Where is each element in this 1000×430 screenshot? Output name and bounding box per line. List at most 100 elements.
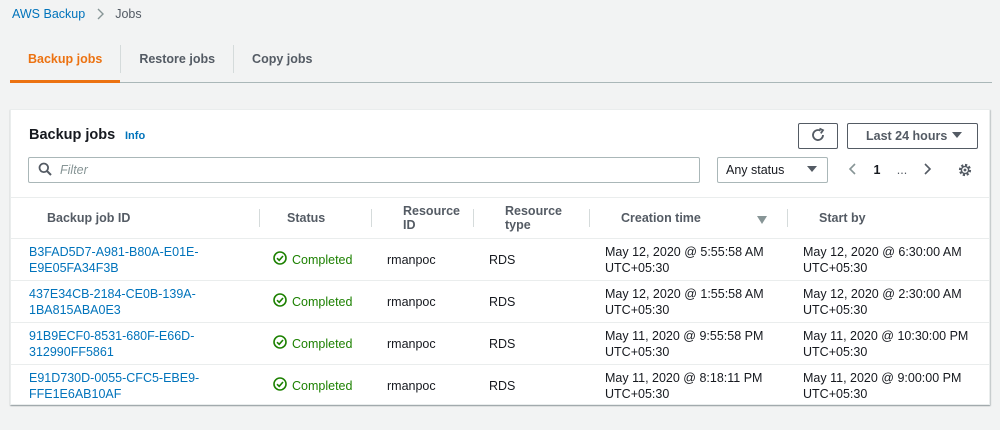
start-by-timezone: UTC+05:30 — [803, 260, 868, 275]
backup-job-id-link[interactable]: 91B9ECF0-8531-680F-E66D- 312990FF5861 — [29, 328, 259, 360]
check-circle-icon — [273, 250, 292, 269]
chevron-left-icon — [847, 162, 859, 179]
job-tabs: Backup jobs Restore jobs Copy jobs — [10, 36, 992, 83]
start-by-cell: May 12, 2020 @ 2:30:00 AM UTC+05:30 — [787, 280, 989, 323]
backup-jobs-panel: Backup jobs Info Last 24 hours Any statu… — [10, 109, 990, 405]
resource-type-cell: RDS — [489, 378, 516, 393]
breadcrumb: AWS Backup Jobs — [12, 7, 142, 21]
creation-date: May 12, 2020 @ 1:55:58 AM — [605, 286, 764, 301]
column-header-start-by[interactable]: Start by — [787, 197, 989, 239]
info-link[interactable]: Info — [125, 130, 145, 142]
search-icon — [38, 162, 52, 179]
resource-type-cell: RDS — [473, 280, 589, 323]
check-circle-icon — [273, 292, 292, 311]
creation-time-cell: May 12, 2020 @ 5:55:58 AM UTC+05:30 — [589, 238, 787, 281]
check-circle-icon — [273, 376, 292, 395]
creation-time-cell: May 11, 2020 @ 9:55:58 PM UTC+05:30 — [589, 322, 787, 365]
start-by-cell: May 11, 2020 @ 9:00:00 PM UTC+05:30 — [787, 365, 989, 407]
backup-job-id-link[interactable]: E91D730D-0055-CFC5-EBE9- FFE1E6AB10AF — [29, 370, 259, 402]
creation-time-cell: May 12, 2020 @ 1:55:58 AM UTC+05:30 — [589, 280, 787, 323]
chevron-right-icon — [93, 7, 107, 21]
status-badge: Completed — [273, 376, 371, 395]
time-range-select[interactable]: Last 24 hours — [847, 123, 978, 149]
table-settings-button[interactable] — [954, 160, 976, 182]
creation-timezone: UTC+05:30 — [605, 386, 670, 401]
column-header-creation-time[interactable]: Creation time — [589, 197, 787, 239]
backup-job-id-link[interactable]: 437E34CB-2184-CE0B-139A- 1BA815ABA0E3 — [29, 286, 259, 318]
status-badge: Completed — [273, 250, 371, 269]
job-id-part: E9E05FA34F3B — [29, 260, 119, 275]
gear-icon — [957, 162, 973, 181]
breadcrumb-aws-backup-link[interactable]: AWS Backup — [12, 7, 85, 21]
start-by-timezone: UTC+05:30 — [803, 344, 868, 359]
column-header-status[interactable]: Status — [259, 197, 371, 239]
sort-down-icon — [757, 214, 767, 228]
pager-ellipsis: ... — [896, 163, 908, 177]
table-row: E91D730D-0055-CFC5-EBE9- FFE1E6AB10AF Co… — [11, 365, 989, 407]
job-id-part: 312990FF5861 — [29, 344, 114, 359]
creation-timezone: UTC+05:30 — [605, 344, 670, 359]
status-badge: Completed — [273, 334, 371, 353]
status-label: Completed — [292, 336, 353, 351]
refresh-icon — [810, 127, 826, 146]
column-label: Resource type — [505, 204, 562, 232]
start-by-date: May 12, 2020 @ 2:30:00 AM — [803, 286, 962, 301]
column-divider — [787, 209, 788, 227]
creation-time-cell: May 11, 2020 @ 8:18:11 PM UTC+05:30 — [589, 365, 787, 407]
table-row: 437E34CB-2184-CE0B-139A- 1BA815ABA0E3 Co… — [11, 280, 989, 323]
refresh-button[interactable] — [798, 123, 838, 149]
status-badge: Completed — [273, 292, 371, 311]
creation-timezone: UTC+05:30 — [605, 302, 670, 317]
job-id-part: E91D730D-0055-CFC5-EBE9- — [29, 370, 200, 385]
backup-job-id-cell: 91B9ECF0-8531-680F-E66D- 312990FF5861 — [11, 322, 259, 365]
resource-type-cell: RDS — [473, 322, 589, 365]
column-header-backup-job-id[interactable]: Backup job ID — [11, 197, 259, 239]
job-id-part: 91B9ECF0-8531-680F-E66D- — [29, 328, 195, 343]
status-cell: Completed — [259, 322, 371, 365]
pager-current-page[interactable]: 1 — [865, 163, 889, 177]
pager-next-button[interactable] — [915, 157, 939, 183]
backup-job-id-link[interactable]: B3FAD5D7-A981-B80A-E01E- E9E05FA34F3B — [29, 244, 259, 276]
pagination: 1 ... — [841, 157, 939, 183]
backup-job-id-cell: 437E34CB-2184-CE0B-139A- 1BA815ABA0E3 — [11, 280, 259, 323]
creation-date: May 12, 2020 @ 5:55:58 AM — [605, 244, 764, 259]
status-cell: Completed — [259, 280, 371, 323]
pager-prev-button[interactable] — [841, 157, 865, 183]
status-cell: Completed — [259, 365, 371, 407]
resource-id-cell: rmanpoc — [371, 238, 473, 281]
table-header-row: Backup job ID Status Resource ID Resourc… — [11, 197, 989, 239]
status-filter-select[interactable]: Any status — [717, 157, 828, 183]
column-label: Status — [287, 211, 326, 225]
column-divider — [259, 209, 260, 227]
resource-id-cell: rmanpoc — [387, 378, 436, 393]
backup-job-id-cell: E91D730D-0055-CFC5-EBE9- FFE1E6AB10AF — [11, 365, 259, 407]
resource-id-cell: rmanpoc — [371, 280, 473, 323]
filter-search — [28, 157, 700, 183]
breadcrumb-current: Jobs — [115, 7, 142, 21]
resource-type-cell: RDS — [473, 238, 589, 281]
filter-input[interactable] — [60, 159, 699, 181]
start-by-timezone: UTC+05:30 — [803, 302, 868, 317]
column-divider — [589, 209, 590, 227]
column-header-resource-type[interactable]: Resource type — [473, 197, 589, 239]
tab-backup-jobs[interactable]: Backup jobs — [10, 36, 121, 83]
start-by-timezone: UTC+05:30 — [803, 386, 868, 401]
column-divider — [473, 209, 474, 227]
column-label: Start by — [819, 211, 866, 225]
creation-date: May 11, 2020 @ 8:18:11 PM — [605, 370, 763, 385]
job-id-part: FFE1E6AB10AF — [29, 386, 122, 401]
chevron-right-icon — [921, 162, 933, 179]
column-label: Backup job ID — [47, 211, 131, 225]
panel-title: Backup jobs — [29, 127, 116, 143]
caret-down-icon — [951, 129, 963, 143]
check-circle-icon — [273, 334, 292, 353]
status-filter-label: Any status — [726, 163, 785, 177]
tab-copy-jobs[interactable]: Copy jobs — [234, 36, 330, 82]
start-by-cell: May 11, 2020 @ 10:30:00 PM UTC+05:30 — [787, 322, 989, 365]
caret-down-icon — [806, 163, 818, 177]
table-row: B3FAD5D7-A981-B80A-E01E- E9E05FA34F3B Co… — [11, 238, 989, 281]
column-header-resource-id[interactable]: Resource ID — [371, 197, 473, 239]
status-label: Completed — [292, 378, 353, 393]
tab-restore-jobs[interactable]: Restore jobs — [121, 36, 233, 82]
column-divider — [371, 209, 372, 227]
